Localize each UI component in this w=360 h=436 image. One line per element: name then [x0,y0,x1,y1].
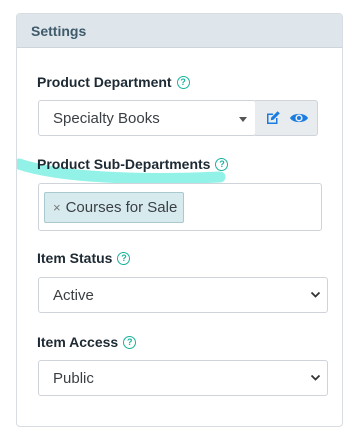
department-select[interactable]: Specialty Books [38,100,256,136]
access-select[interactable]: Public [38,360,328,396]
sub-departments-multiselect[interactable]: × Courses for Sale [38,183,322,231]
panel-header: Settings [17,14,342,48]
status-select[interactable]: Active [38,277,328,313]
chip-label: Courses for Sale [65,199,178,216]
chevron-down-icon [310,291,321,298]
access-select-value: Public [53,369,94,387]
chevron-down-icon [310,374,321,381]
question-circle-icon[interactable]: ? [215,157,229,171]
question-circle-icon[interactable]: ? [117,251,131,265]
caret-down-icon [239,117,247,122]
edit-icon[interactable] [263,108,283,128]
sub-department-chip: × Courses for Sale [44,192,185,223]
department-label: Product Department [37,74,172,90]
department-select-value: Specialty Books [53,109,160,127]
panel-title: Settings [31,22,87,39]
settings-panel: Settings Product Department ? Specialty … [16,13,343,427]
status-select-value: Active [53,286,94,304]
access-label: Item Access [37,334,119,350]
eye-icon[interactable] [289,108,309,128]
sub-departments-label: Product Sub-Departments [37,156,211,172]
close-icon[interactable]: × [53,200,61,215]
question-circle-icon[interactable]: ? [123,335,137,349]
status-label-row: Item Status ? [37,250,131,266]
sub-departments-label-row: Product Sub-Departments ? [37,156,229,172]
department-label-row: Product Department ? [37,74,190,90]
question-circle-icon[interactable]: ? [176,75,190,89]
status-label: Item Status [37,250,113,266]
access-label-row: Item Access ? [37,334,137,350]
department-actions [255,100,318,136]
